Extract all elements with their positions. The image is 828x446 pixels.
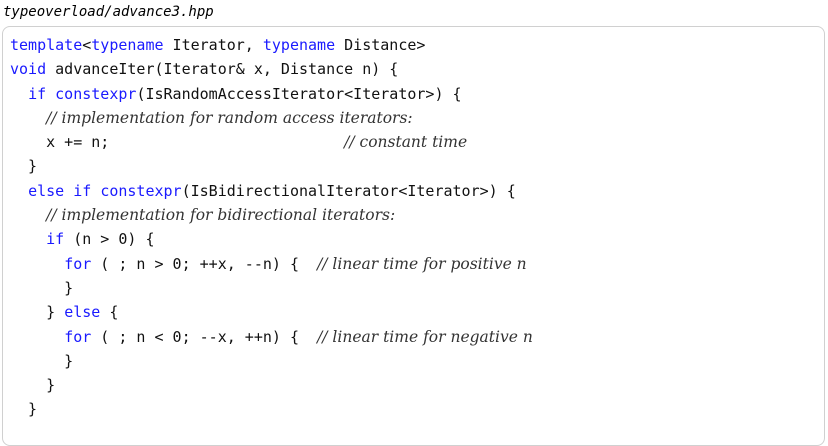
code-keyword: for xyxy=(64,327,92,346)
file-name: typeoverload/advance3.hpp xyxy=(3,4,214,20)
code-line: } xyxy=(10,397,533,421)
code-line: if constexpr(IsRandomAccessIterator<Iter… xyxy=(10,82,533,106)
code-text: ( ; n > 0; ++x, --n) { xyxy=(91,254,318,273)
code-text: { xyxy=(100,303,119,322)
code-line: void advanceIter(Iterator& x, Distance n… xyxy=(10,57,533,81)
code-text: (n > 0) { xyxy=(64,230,155,249)
code-text: } xyxy=(10,376,56,395)
code-keyword: else xyxy=(28,181,65,200)
code-keyword: if xyxy=(28,84,47,103)
code-text: } xyxy=(10,303,65,322)
code-comment: // constant time xyxy=(344,133,468,152)
code-text: (IsBidirectionalIterator<Iterator>) { xyxy=(181,181,516,200)
code-line: // implementation for random access iter… xyxy=(10,106,533,130)
code-keyword: else xyxy=(64,303,101,322)
code-text: < xyxy=(82,36,92,54)
code-line: template<typename Iterator, typename Dis… xyxy=(10,33,533,57)
code-comment: // linear time for negative n xyxy=(317,327,533,346)
code-text: } xyxy=(10,278,74,297)
code-text: Distance> xyxy=(335,36,426,54)
code-line: } else { xyxy=(10,300,533,324)
code-keyword: if xyxy=(46,230,65,249)
code-keyword: typename xyxy=(262,36,336,54)
code-keyword: template xyxy=(10,36,83,54)
code-text: } xyxy=(10,157,38,176)
code-line: x += n; // constant time xyxy=(10,130,533,154)
code-keyword: for xyxy=(64,254,92,273)
code-line: } xyxy=(10,349,533,373)
code-line: // implementation for bidirectional iter… xyxy=(10,203,533,227)
code-text: Iterator, xyxy=(163,36,263,54)
code-text: } xyxy=(10,351,74,370)
code-text: } xyxy=(10,400,38,419)
code-comment: // implementation for bidirectional iter… xyxy=(46,206,396,225)
code-line: for ( ; n > 0; ++x, --n) { // linear tim… xyxy=(10,252,533,276)
code-line: } xyxy=(10,276,533,300)
code-keyword: if xyxy=(73,181,92,200)
code-text: x += n; xyxy=(10,133,345,152)
code-line: for ( ; n < 0; --x, ++n) { // linear tim… xyxy=(10,325,533,349)
code-line: if (n > 0) { xyxy=(10,227,533,251)
code-text: advanceIter(Iterator& x, Distance n) { xyxy=(46,60,399,79)
code-keyword: typename xyxy=(91,36,164,54)
code-listing: template<typename Iterator, typename Dis… xyxy=(10,33,533,422)
code-text: (IsRandomAccessIterator<Iterator>) { xyxy=(136,84,462,103)
code-text: ( ; n < 0; --x, ++n) { xyxy=(91,327,318,346)
code-keyword: constexpr xyxy=(55,84,137,103)
code-line: } xyxy=(10,154,533,178)
code-line: } xyxy=(10,373,533,397)
code-line: else if constexpr(IsBidirectionalIterato… xyxy=(10,179,533,203)
code-comment: // implementation for random access iter… xyxy=(46,108,413,127)
code-keyword: constexpr xyxy=(100,181,182,200)
code-keyword: void xyxy=(10,60,47,79)
code-comment: // linear time for positive n xyxy=(317,254,527,273)
